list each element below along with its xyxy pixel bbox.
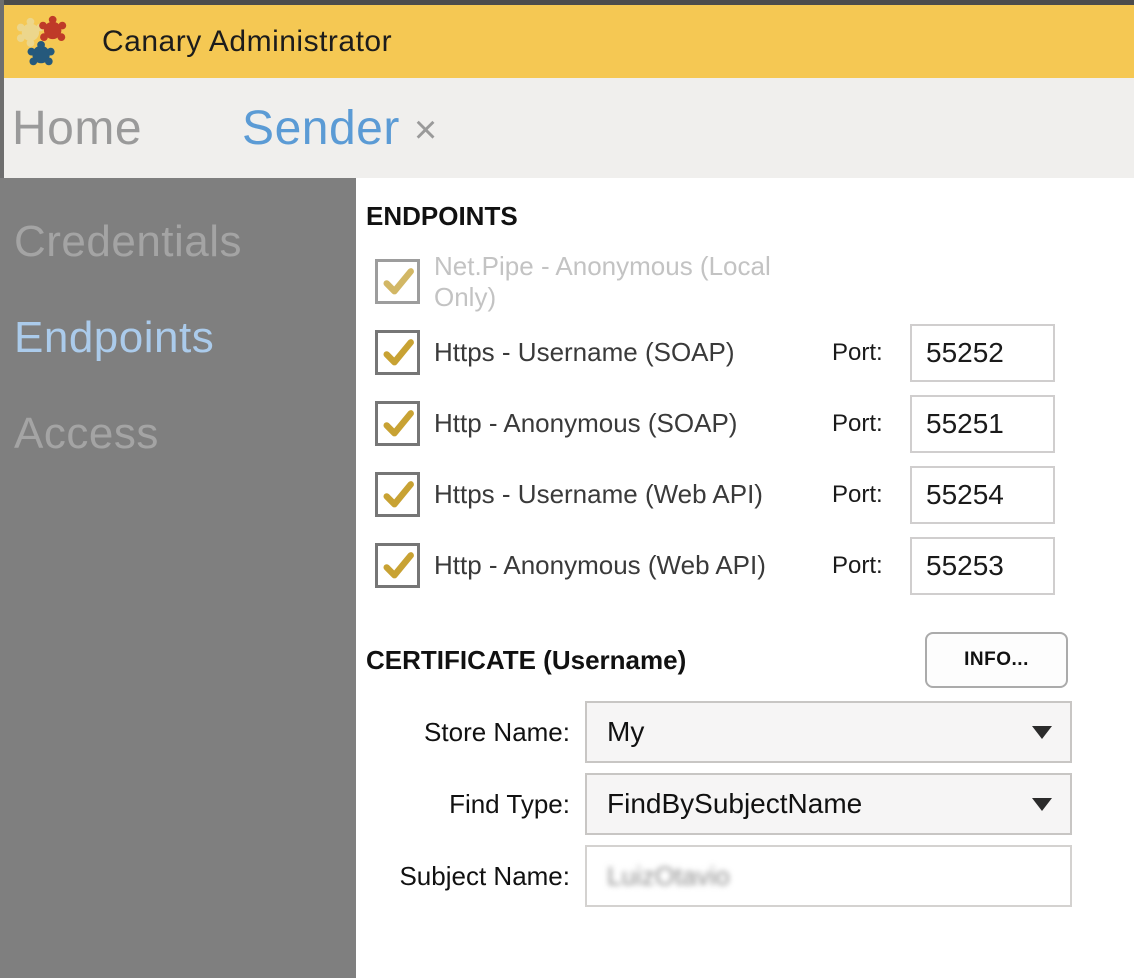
endpoints-panel: ENDPOINTS Net.Pipe - Anonymous (Local On…: [356, 178, 1134, 978]
port-label: Port:: [832, 552, 894, 580]
port-label: Port:: [832, 481, 894, 509]
find-type-row: Find Type: FindBySubjectName: [356, 773, 1134, 835]
sidebar-item-endpoints[interactable]: Endpoints: [0, 290, 356, 386]
find-type-value: FindBySubjectName: [607, 788, 1032, 820]
endpoint-label: Net.Pipe - Anonymous (Local Only): [434, 251, 832, 313]
endpoint-row-http-webapi: Http - Anonymous (Web API) Port:: [375, 530, 1134, 601]
tab-sender[interactable]: Sender: [242, 101, 400, 156]
sidebar-item-access[interactable]: Access: [0, 386, 356, 482]
endpoint-label: Https - Username (SOAP): [434, 337, 832, 368]
port-label: Port:: [832, 410, 894, 438]
certificate-header: CERTIFICATE (Username) INFO...: [356, 631, 1134, 689]
sidebar: Credentials Endpoints Access: [0, 178, 356, 978]
subject-name-value: LuizOtavio: [607, 861, 730, 892]
http-soap-checkbox[interactable]: [375, 401, 420, 446]
endpoint-label: Https - Username (Web API): [434, 479, 832, 510]
http-webapi-port-input[interactable]: [910, 537, 1055, 595]
sidebar-item-credentials[interactable]: Credentials: [0, 194, 356, 290]
http-soap-port-input[interactable]: [910, 395, 1055, 453]
tab-home[interactable]: Home: [12, 101, 142, 156]
subject-name-row: Subject Name: LuizOtavio: [356, 845, 1134, 907]
store-name-value: My: [607, 716, 1032, 748]
endpoint-row-https-webapi: Https - Username (Web API) Port:: [375, 459, 1134, 530]
endpoint-label: Http - Anonymous (SOAP): [434, 408, 832, 439]
window-title: Canary Administrator: [102, 25, 392, 59]
window-left-border: [0, 0, 4, 178]
http-webapi-checkbox[interactable]: [375, 543, 420, 588]
https-webapi-checkbox[interactable]: [375, 472, 420, 517]
netpipe-checkbox: [375, 259, 420, 304]
find-type-label: Find Type:: [356, 789, 570, 820]
canary-administrator-window: Canary Administrator Home Sender × Crede…: [0, 0, 1134, 978]
tab-bar: Home Sender ×: [0, 78, 1134, 178]
certificate-heading: CERTIFICATE (Username): [366, 644, 686, 676]
tab-close-icon[interactable]: ×: [414, 108, 437, 153]
endpoint-row-http-soap: Http - Anonymous (SOAP) Port:: [375, 388, 1134, 459]
subject-name-input[interactable]: LuizOtavio: [585, 845, 1072, 907]
chevron-down-icon: [1032, 798, 1052, 811]
chevron-down-icon: [1032, 726, 1052, 739]
https-webapi-port-input[interactable]: [910, 466, 1055, 524]
main-area: Credentials Endpoints Access ENDPOINTS N…: [0, 178, 1134, 978]
info-button[interactable]: INFO...: [925, 632, 1068, 688]
endpoint-row-https-soap: Https - Username (SOAP) Port:: [375, 317, 1134, 388]
port-label: Port:: [832, 339, 894, 367]
https-soap-port-input[interactable]: [910, 324, 1055, 382]
store-name-label: Store Name:: [356, 717, 570, 748]
endpoint-label: Http - Anonymous (Web API): [434, 550, 832, 581]
store-name-dropdown[interactable]: My: [585, 701, 1072, 763]
endpoint-row-netpipe: Net.Pipe - Anonymous (Local Only): [375, 246, 1134, 317]
subject-name-label: Subject Name:: [356, 861, 570, 892]
title-bar: Canary Administrator: [0, 5, 1134, 78]
find-type-dropdown[interactable]: FindBySubjectName: [585, 773, 1072, 835]
store-name-row: Store Name: My: [356, 701, 1134, 763]
https-soap-checkbox[interactable]: [375, 330, 420, 375]
certificate-fields: Store Name: My Find Type: FindBySubjectN…: [356, 701, 1134, 907]
canary-logo-icon: [14, 13, 72, 71]
endpoint-list: Net.Pipe - Anonymous (Local Only) Https …: [356, 246, 1134, 601]
endpoints-heading: ENDPOINTS: [366, 200, 1134, 232]
